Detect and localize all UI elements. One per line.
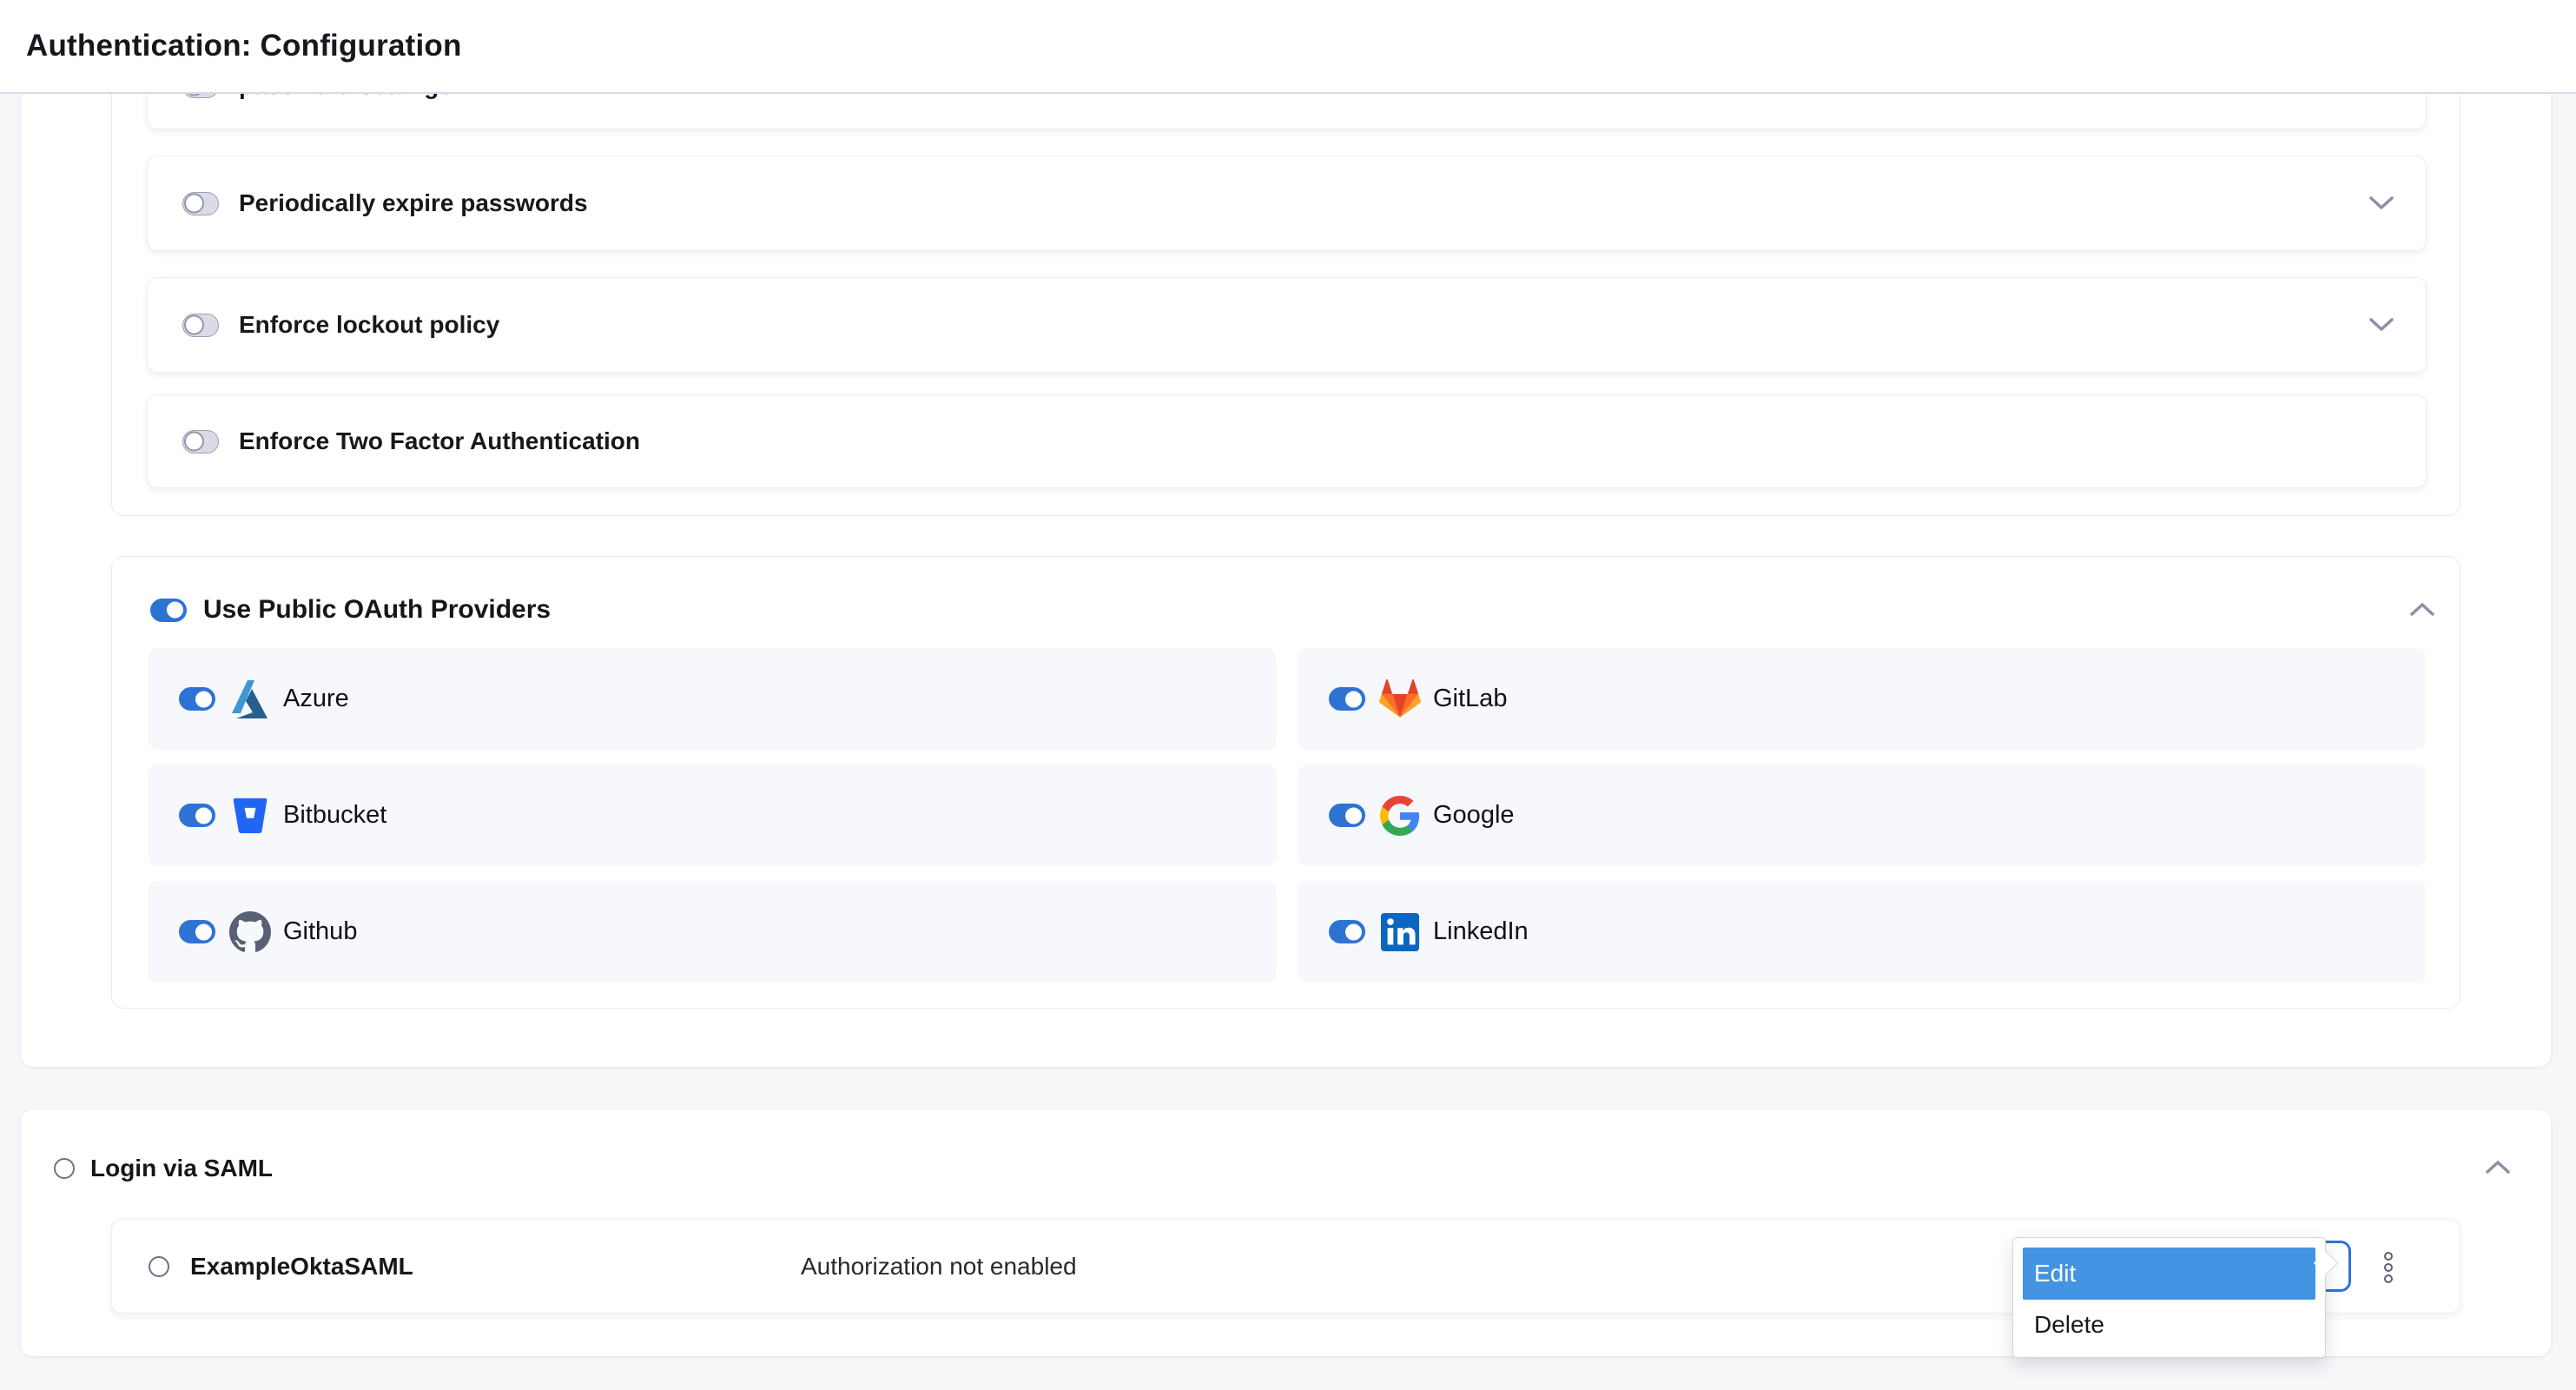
google-toggle[interactable] bbox=[1329, 804, 1365, 827]
kebab-menu-icon[interactable] bbox=[2376, 1252, 2401, 1283]
provider-tile-github[interactable]: Github bbox=[148, 881, 1277, 983]
chevron-down-icon[interactable] bbox=[2368, 318, 2394, 332]
oauth-providers-group: Use Public OAuth Providers Azure bbox=[111, 556, 2460, 1009]
row-enforce-two-factor-authentication[interactable]: Enforce Two Factor Authentication bbox=[147, 394, 2427, 488]
provider-tile-linkedin[interactable]: LinkedIn bbox=[1298, 881, 2427, 983]
page-title: Authentication: Configuration bbox=[26, 29, 462, 63]
provider-name: Bitbucket bbox=[283, 801, 386, 830]
bitbucket-icon bbox=[229, 795, 271, 837]
toggle-knob bbox=[184, 194, 204, 214]
provider-tile-gitlab[interactable]: GitLab bbox=[1298, 648, 2427, 750]
toggle-knob bbox=[165, 600, 185, 620]
chevron-up-icon[interactable] bbox=[2409, 602, 2435, 616]
row-periodically-expire-passwords[interactable]: Periodically expire passwords bbox=[147, 156, 2427, 251]
expire-passwords-toggle[interactable] bbox=[182, 192, 219, 215]
saml-radio[interactable] bbox=[54, 1158, 75, 1179]
saml-provider-radio[interactable] bbox=[149, 1256, 169, 1277]
provider-name: Google bbox=[1433, 801, 1515, 830]
kebab-dot bbox=[2384, 1252, 2393, 1261]
provider-name: LinkedIn bbox=[1433, 917, 1529, 946]
saml-section-header: Login via SAML bbox=[54, 1156, 273, 1181]
github-icon bbox=[229, 911, 271, 953]
provider-name: Github bbox=[283, 917, 357, 946]
oauth-provider-grid: Azure GitLab bbox=[148, 648, 2427, 983]
google-icon bbox=[1379, 795, 1421, 837]
toggle-knob bbox=[194, 922, 214, 942]
row-label: Periodically expire passwords bbox=[239, 189, 588, 217]
toggle-knob bbox=[1344, 689, 1364, 709]
saml-provider-status: Authorization not enabled bbox=[801, 1253, 1077, 1281]
chevron-down-icon[interactable] bbox=[2368, 196, 2394, 210]
menu-item-delete[interactable]: Delete bbox=[2023, 1300, 2315, 1350]
row-label: Enforce Two Factor Authentication bbox=[239, 427, 640, 455]
two-factor-toggle[interactable] bbox=[182, 430, 219, 453]
github-toggle[interactable] bbox=[179, 920, 215, 943]
kebab-dot bbox=[2384, 1263, 2393, 1272]
use-public-oauth-toggle[interactable] bbox=[150, 599, 187, 622]
provider-name: Azure bbox=[283, 685, 349, 713]
saml-provider-name: ExampleOktaSAML bbox=[190, 1253, 413, 1281]
context-menu: Edit Delete bbox=[2012, 1237, 2326, 1358]
azure-icon bbox=[229, 678, 271, 720]
azure-toggle[interactable] bbox=[179, 687, 215, 711]
lockout-policy-toggle[interactable] bbox=[182, 314, 219, 337]
toggle-knob bbox=[184, 315, 204, 335]
toggle-knob bbox=[1344, 922, 1364, 942]
kebab-dot bbox=[2384, 1274, 2393, 1283]
gitlab-icon bbox=[1379, 678, 1421, 720]
toggle-knob bbox=[194, 689, 214, 709]
toggle-knob bbox=[184, 432, 204, 452]
row-label: Enforce lockout policy bbox=[239, 311, 499, 339]
password-policy-group: password settings Periodically expire pa… bbox=[111, 68, 2460, 516]
provider-name: GitLab bbox=[1433, 685, 1507, 713]
linkedin-toggle[interactable] bbox=[1329, 920, 1365, 943]
provider-tile-google[interactable]: Google bbox=[1298, 764, 2427, 866]
oauth-group-title: Use Public OAuth Providers bbox=[203, 595, 551, 625]
linkedin-icon bbox=[1379, 911, 1421, 953]
bitbucket-toggle[interactable] bbox=[179, 804, 215, 827]
oauth-group-header: Use Public OAuth Providers bbox=[150, 595, 551, 625]
provider-tile-bitbucket[interactable]: Bitbucket bbox=[148, 764, 1277, 866]
row-enforce-lockout-policy[interactable]: Enforce lockout policy bbox=[147, 277, 2427, 373]
auth-settings-panel: password settings Periodically expire pa… bbox=[21, 38, 2551, 1067]
chevron-up-icon[interactable] bbox=[2485, 1160, 2511, 1174]
gitlab-toggle[interactable] bbox=[1329, 687, 1365, 711]
toggle-knob bbox=[194, 805, 214, 825]
menu-item-edit[interactable]: Edit bbox=[2023, 1248, 2315, 1300]
provider-tile-azure[interactable]: Azure bbox=[148, 648, 1277, 750]
toggle-knob bbox=[1344, 805, 1364, 825]
saml-section-title: Login via SAML bbox=[90, 1155, 273, 1182]
page-header: Authentication: Configuration bbox=[0, 0, 2576, 94]
